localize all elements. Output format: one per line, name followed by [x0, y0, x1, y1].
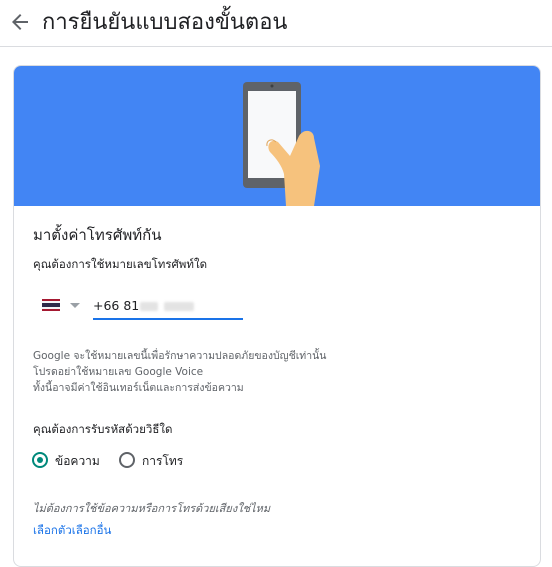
phone-number-value: +66 81 [93, 298, 140, 313]
radio-unchecked-icon [119, 452, 135, 468]
thailand-flag-icon [42, 299, 60, 311]
banner [14, 66, 540, 206]
phone-info: Google จะใช้หมายเลขนี้เพื่อรักษาความปลอด… [33, 348, 326, 396]
radio-checked-icon [32, 452, 48, 468]
country-selector[interactable] [42, 297, 88, 315]
setup-card: มาตั้งค่าโทรศัพท์กัน คุณต้องการใช้หมายเล… [13, 65, 541, 567]
method-question: คุณต้องการรับรหัสด้วยวิธีใด [33, 422, 173, 436]
radio-label: การโทร [142, 454, 184, 468]
phone-question: คุณต้องการใช้หมายเลขโทรศัพท์ใด [33, 257, 208, 271]
section-title: มาตั้งค่าโทรศัพท์กัน [33, 226, 162, 244]
hand-holding-phone-icon [243, 82, 320, 206]
info-line: Google จะใช้หมายเลขนี้เพื่อรักษาความปลอด… [33, 350, 327, 362]
radio-text-message[interactable]: ข้อความ [32, 450, 108, 470]
radio-label: ข้อความ [55, 454, 100, 468]
redacted-digits [140, 302, 158, 311]
phone-number-input[interactable]: +66 81 [93, 296, 243, 320]
redacted-digits [164, 302, 194, 311]
arrow-left-icon[interactable] [8, 10, 32, 34]
alternative-question: ไม่ต้องการใช้ข้อความหรือการโทรด้วยเสียงใ… [33, 502, 271, 515]
page-title: การยืนยันแบบสองขั้นตอน [42, 10, 288, 35]
choose-another-option-link[interactable]: เลือกตัวเลือกอื่น [33, 522, 111, 540]
info-line: โปรดอย่าใช้หมายเลข Google Voice [33, 366, 204, 378]
info-line: ทั้งนี้อาจมีค่าใช้อินเทอร์เน็ตและการส่งข… [33, 382, 244, 394]
top-bar: การยืนยันแบบสองขั้นตอน [0, 0, 552, 47]
radio-voice-call[interactable]: การโทร [119, 450, 199, 470]
chevron-down-icon [70, 303, 80, 308]
